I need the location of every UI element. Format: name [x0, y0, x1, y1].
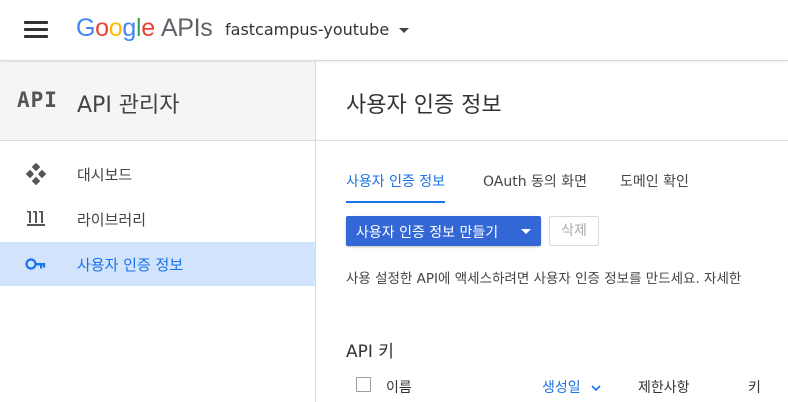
google-apis-logo[interactable]: Google APIs: [76, 14, 213, 43]
page-title: 사용자 인증 정보: [346, 93, 502, 118]
column-header-key[interactable]: 키: [748, 377, 761, 397]
api-keys-section-title: API 키: [346, 342, 394, 362]
api-logo-icon: API: [17, 88, 58, 112]
create-credentials-button[interactable]: 사용자 인증 정보 만들기: [346, 216, 541, 246]
tab-credentials[interactable]: 사용자 인증 정보: [346, 171, 446, 203]
sidebar-header: API API 관리자: [0, 61, 315, 141]
description-text: 사용 설정한 API에 액세스하려면 사용자 인증 정보를 만드세요. 자세한: [346, 271, 742, 287]
sidebar-item-label: 라이브러리: [77, 211, 147, 229]
tab-domain-verification[interactable]: 도메인 확인: [620, 171, 689, 201]
sidebar-title: API 관리자: [77, 93, 180, 118]
dashboard-icon: [25, 163, 47, 185]
menu-icon[interactable]: [24, 21, 48, 39]
sort-chevron-icon: [591, 384, 601, 391]
divider: [316, 140, 788, 141]
column-header-label: 생성일: [542, 380, 581, 396]
key-icon: [25, 258, 46, 270]
top-header: Google APIs fastcampus-youtube: [0, 0, 788, 61]
project-selector[interactable]: fastcampus-youtube: [225, 20, 410, 39]
sidebar-item-dashboard[interactable]: 대시보드: [0, 152, 315, 196]
project-name: fastcampus-youtube: [225, 20, 390, 39]
sidebar: API API 관리자 대시보드 라이브러리 사용자 인증 정보: [0, 61, 316, 402]
library-icon: [27, 211, 45, 226]
column-header-created[interactable]: 생성일: [542, 377, 601, 397]
sidebar-item-credentials[interactable]: 사용자 인증 정보: [0, 242, 315, 286]
select-all-checkbox[interactable]: [356, 377, 371, 392]
sidebar-item-library[interactable]: 라이브러리: [0, 197, 315, 241]
tab-oauth-consent[interactable]: OAuth 동의 화면: [483, 171, 587, 201]
delete-button[interactable]: 삭제: [549, 216, 599, 246]
sidebar-item-label: 대시보드: [77, 166, 133, 184]
column-header-name[interactable]: 이름: [386, 377, 412, 397]
chevron-down-icon: [521, 229, 531, 234]
chevron-down-icon: [399, 28, 410, 33]
main-content: 사용자 인증 정보 사용자 인증 정보 OAuth 동의 화면 도메인 확인 사…: [316, 61, 788, 402]
column-header-restrictions[interactable]: 제한사항: [638, 377, 690, 397]
sidebar-item-label: 사용자 인증 정보: [77, 256, 184, 274]
